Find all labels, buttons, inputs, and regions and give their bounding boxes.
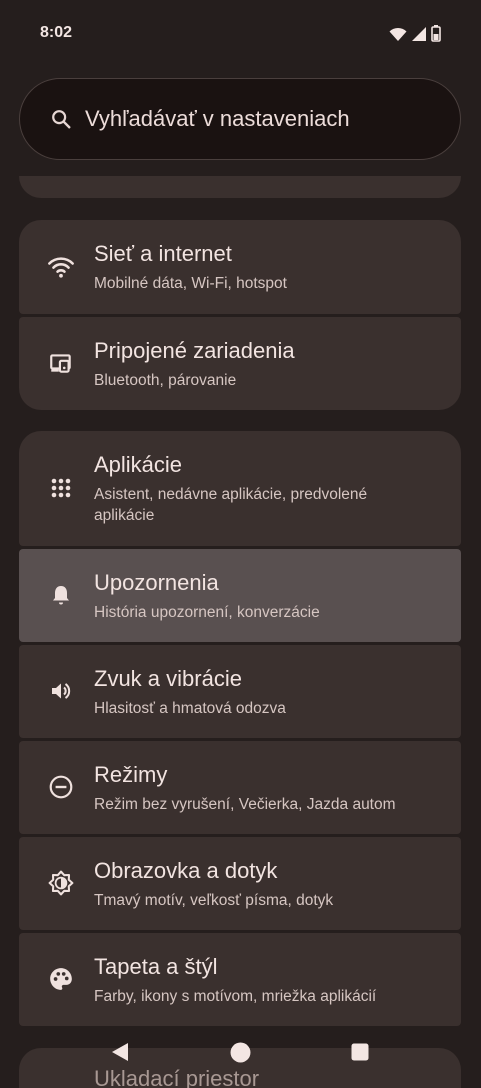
settings-item-modes[interactable]: Režimy Režim bez vyrušení, Večierka, Jaz… [19, 741, 461, 834]
item-subtitle: Asistent, nedávne aplikácie, predvolené … [94, 486, 368, 524]
item-title: Obrazovka a dotyk [94, 858, 278, 883]
item-subtitle: Hlasitosť a hmatová odozva [94, 700, 286, 717]
volume-icon [47, 677, 75, 705]
item-title: Režimy [94, 762, 168, 787]
settings-item-connected-devices[interactable]: Pripojené zariadenia Bluetooth, párovani… [19, 317, 461, 410]
item-title: Pripojené zariadenia [94, 338, 295, 363]
search-placeholder: Vyhľadávať v nastaveniach [85, 106, 350, 131]
status-bar: 8:02 [0, 0, 481, 68]
item-subtitle: Mobilné dáta, Wi-Fi, hotspot [94, 275, 287, 292]
bell-icon [47, 581, 75, 609]
palette-icon [47, 965, 75, 993]
wifi-icon [47, 253, 75, 281]
search-bar[interactable]: Vyhľadávať v nastaveniach [19, 78, 461, 160]
item-title: Zvuk a vibrácie [94, 666, 242, 691]
settings-item-partial[interactable] [19, 176, 461, 198]
home-icon[interactable] [230, 1042, 251, 1063]
back-icon[interactable] [110, 1042, 130, 1062]
do-not-disturb-icon [47, 773, 75, 801]
settings-item-apps[interactable]: Aplikácie Asistent, nedávne aplikácie, p… [19, 431, 461, 546]
item-title: Tapeta a štýl [94, 954, 218, 979]
status-time: 8:02 [40, 24, 73, 41]
apps-icon [47, 474, 75, 502]
item-subtitle: Bluetooth, párovanie [94, 372, 237, 389]
display-brightness-icon [47, 869, 75, 897]
settings-item-sound[interactable]: Zvuk a vibrácie Hlasitosť a hmatová odoz… [19, 645, 461, 738]
settings-item-display[interactable]: Obrazovka a dotyk Tmavý motív, veľkosť p… [19, 837, 461, 930]
item-title: Sieť a internet [94, 241, 232, 266]
search-icon [52, 110, 71, 129]
item-title: Upozornenia [94, 570, 219, 595]
item-subtitle: Farby, ikony s motívom, mriežka aplikáci… [94, 988, 377, 1005]
recents-icon[interactable] [351, 1043, 369, 1061]
signal-icon [412, 26, 426, 41]
wifi-status-icon [389, 27, 407, 41]
settings-item-wallpaper[interactable]: Tapeta a štýl Farby, ikony s motívom, mr… [19, 933, 461, 1026]
connected-devices-icon [47, 349, 75, 377]
navigation-bar [0, 1028, 481, 1080]
status-icons [389, 25, 441, 42]
battery-icon [431, 25, 441, 42]
item-subtitle: Režim bez vyrušení, Večierka, Jazda auto… [94, 796, 396, 813]
item-subtitle: História upozornení, konverzácie [94, 604, 320, 621]
settings-item-network[interactable]: Sieť a internet Mobilné dáta, Wi-Fi, hot… [19, 220, 461, 314]
settings-item-notifications[interactable]: Upozornenia História upozornení, konverz… [19, 549, 461, 642]
item-subtitle: Tmavý motív, veľkosť písma, dotyk [94, 892, 334, 909]
item-title: Aplikácie [94, 452, 183, 477]
